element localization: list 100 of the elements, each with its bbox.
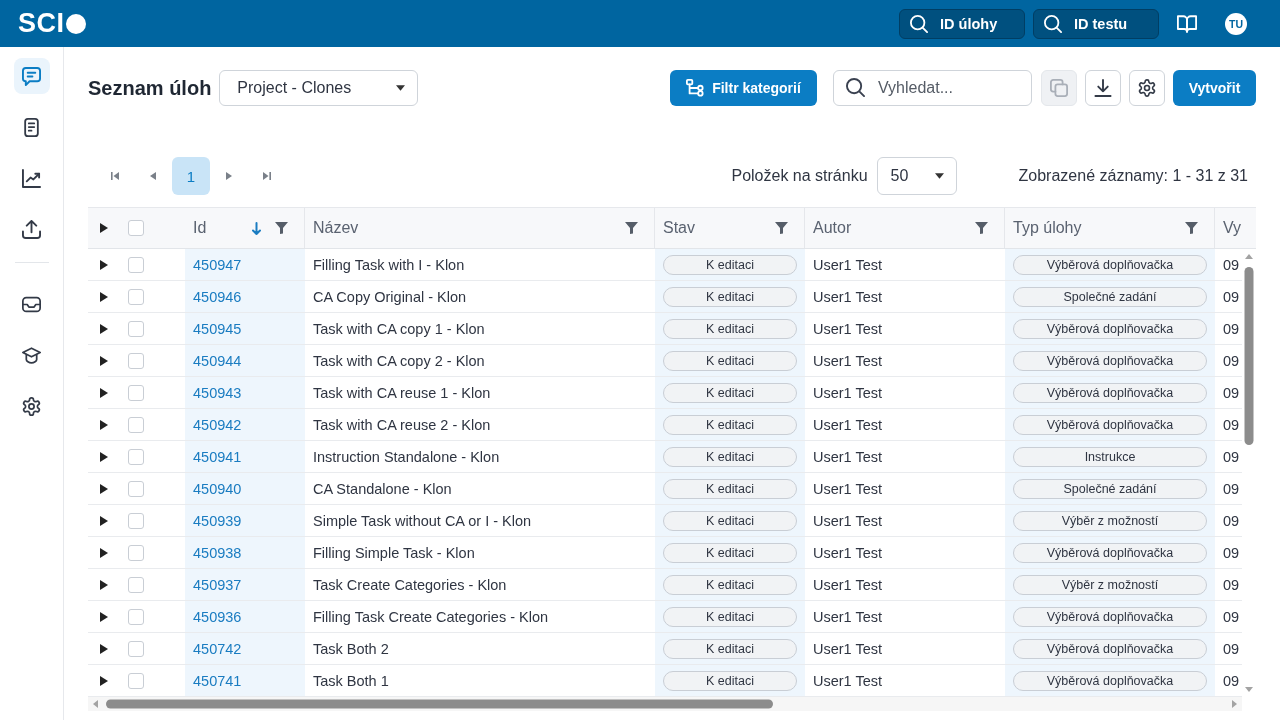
first-page-icon[interactable]	[111, 172, 119, 180]
records-summary: Zobrazené záznamy: 1 - 31 z 31	[1018, 167, 1248, 185]
filter-icon[interactable]	[625, 222, 638, 234]
per-page-select[interactable]: 50	[876, 157, 957, 195]
expand-caret-icon[interactable]	[100, 323, 108, 334]
download-button[interactable]	[1085, 70, 1121, 106]
filter-icon[interactable]	[1185, 222, 1198, 234]
author-text: User1 Test	[812, 575, 884, 595]
task-id-link[interactable]: 450742	[193, 640, 242, 657]
user-avatar[interactable]: TU	[1225, 12, 1247, 35]
task-name-text: Filling Simple Task - Klon	[312, 543, 476, 563]
page-button[interactable]: 1	[172, 157, 210, 195]
select-all-checkbox[interactable]	[128, 220, 144, 236]
task-name-text: Filling Task with I - Klon	[312, 255, 466, 275]
horizontal-scrollbar[interactable]	[88, 697, 1242, 711]
column-title[interactable]: Typ úlohy	[1013, 219, 1082, 237]
task-type-badge: Instrukce	[1013, 446, 1207, 467]
row-checkbox[interactable]	[128, 672, 144, 689]
filter-icon[interactable]	[775, 222, 788, 234]
status-badge: K editaci	[663, 254, 797, 275]
task-id-link[interactable]: 450943	[193, 384, 242, 401]
status-badge: K editaci	[663, 574, 797, 595]
row-checkbox[interactable]	[128, 288, 144, 305]
expand-caret-icon[interactable]	[100, 223, 108, 233]
hierarchy-icon	[686, 79, 705, 97]
task-id-link[interactable]: 450939	[193, 512, 242, 529]
expand-caret-icon[interactable]	[100, 643, 108, 654]
column-title[interactable]: Autor	[813, 219, 852, 237]
row-checkbox[interactable]	[128, 576, 144, 593]
task-id-link[interactable]: 450945	[193, 320, 242, 337]
expand-caret-icon[interactable]	[100, 515, 108, 526]
status-badge: K editaci	[663, 318, 797, 339]
cell-text: 09	[1222, 351, 1241, 371]
expand-caret-icon[interactable]	[100, 387, 108, 398]
cell-text: 09	[1222, 639, 1241, 659]
last-page-icon[interactable]	[263, 172, 271, 180]
row-checkbox[interactable]	[128, 352, 144, 369]
row-checkbox[interactable]	[128, 416, 144, 433]
task-type-badge: Výběrová doplňovačka	[1013, 606, 1207, 627]
row-checkbox[interactable]	[128, 608, 144, 625]
task-type-badge: Výběr z možností	[1013, 574, 1207, 595]
expand-caret-icon[interactable]	[100, 291, 108, 302]
row-checkbox[interactable]	[128, 480, 144, 497]
create-button[interactable]: Vytvořit	[1173, 70, 1256, 106]
previous-page-icon[interactable]	[149, 172, 157, 180]
row-checkbox[interactable]	[128, 640, 144, 657]
filter-icon[interactable]	[975, 222, 988, 234]
task-id-link[interactable]: 450940	[193, 480, 242, 497]
column-title[interactable]: Stav	[663, 219, 695, 237]
row-checkbox[interactable]	[128, 384, 144, 401]
row-checkbox[interactable]	[128, 448, 144, 465]
expand-caret-icon[interactable]	[100, 483, 108, 494]
status-badge: K editaci	[663, 286, 797, 307]
next-page-icon[interactable]	[225, 172, 233, 180]
status-badge: K editaci	[663, 350, 797, 371]
cell-text: 09	[1222, 607, 1241, 627]
upload-icon	[22, 219, 41, 239]
id-search-button[interactable]: ID úlohy	[899, 8, 1025, 39]
copy-icon	[1050, 79, 1068, 97]
author-text: User1 Test	[812, 447, 884, 467]
sort-down-arrow-icon[interactable]	[252, 221, 261, 235]
graduation-cap-icon	[22, 345, 41, 365]
task-id-link[interactable]: 450942	[193, 416, 242, 433]
task-type-badge: Výběrová doplňovačka	[1013, 414, 1207, 435]
category-filter-button[interactable]: Filtr kategorií	[670, 70, 817, 106]
settings-button[interactable]	[1129, 70, 1165, 106]
expand-caret-icon[interactable]	[100, 611, 108, 622]
search-field[interactable]: Vyhledat...	[833, 70, 1032, 106]
logo-text: SCI	[18, 10, 65, 37]
expand-caret-icon[interactable]	[100, 451, 108, 462]
column-title[interactable]: Id	[193, 219, 207, 237]
expand-caret-icon[interactable]	[100, 547, 108, 558]
expand-caret-icon[interactable]	[100, 675, 108, 686]
page-title: Seznam úloh	[88, 76, 212, 100]
expand-caret-icon[interactable]	[100, 259, 108, 270]
task-id-link[interactable]: 450741	[193, 672, 242, 689]
row-checkbox[interactable]	[128, 320, 144, 337]
task-id-link[interactable]: 450937	[193, 576, 242, 593]
task-type-badge: Společné zadání	[1013, 478, 1207, 499]
row-checkbox[interactable]	[128, 544, 144, 561]
filter-icon[interactable]	[275, 222, 288, 234]
task-id-link[interactable]: 450936	[193, 608, 242, 625]
column-title[interactable]: Název	[313, 219, 359, 237]
row-checkbox[interactable]	[128, 512, 144, 529]
expand-caret-icon[interactable]	[100, 419, 108, 430]
task-id-link[interactable]: 450941	[193, 448, 242, 465]
book-icon[interactable]	[1177, 14, 1197, 33]
row-checkbox[interactable]	[128, 256, 144, 273]
id-search-button[interactable]: ID testu	[1033, 8, 1159, 39]
expand-caret-icon[interactable]	[100, 579, 108, 590]
author-text: User1 Test	[812, 543, 884, 563]
task-id-link[interactable]: 450947	[193, 256, 242, 273]
project-select[interactable]: Project - Clones	[219, 70, 419, 106]
task-id-link[interactable]: 450946	[193, 288, 242, 305]
search-icon	[846, 78, 865, 97]
column-title[interactable]: Vy	[1223, 219, 1242, 237]
task-name-text: Task Both 1	[312, 671, 390, 691]
expand-caret-icon[interactable]	[100, 355, 108, 366]
task-id-link[interactable]: 450944	[193, 352, 242, 369]
task-id-link[interactable]: 450938	[193, 544, 242, 561]
